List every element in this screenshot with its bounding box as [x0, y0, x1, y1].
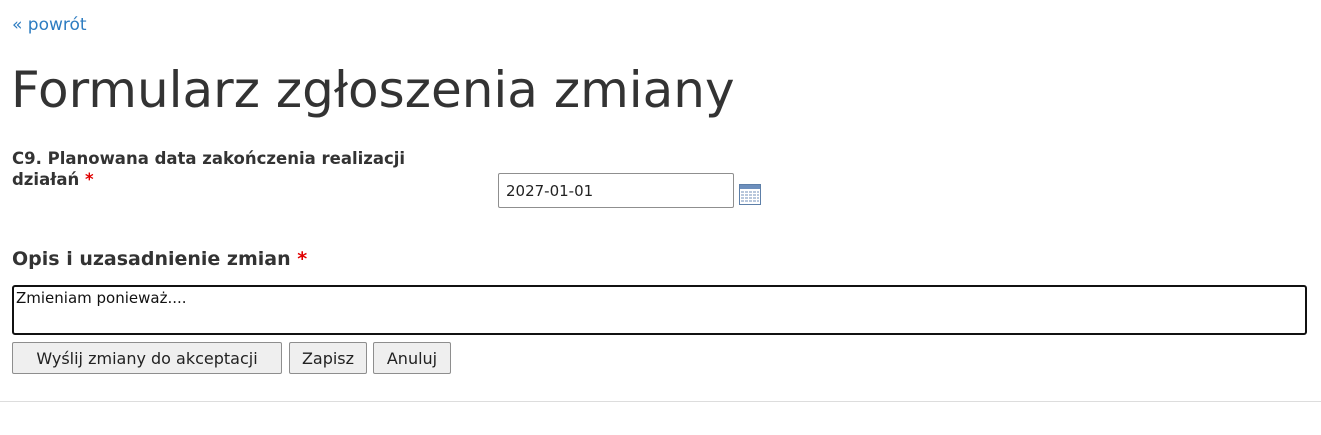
description-label: Opis i uzasadnienie zmian *	[12, 248, 307, 270]
end-date-label-text: C9. Planowana data zakończenia realizacj…	[12, 149, 406, 189]
end-date-input[interactable]	[498, 173, 734, 208]
page-title: Formularz zgłoszenia zmiany	[11, 61, 735, 119]
cancel-button[interactable]: Anuluj	[373, 342, 451, 374]
divider	[0, 401, 1321, 402]
calendar-icon[interactable]	[739, 184, 761, 205]
save-button[interactable]: Zapisz	[289, 342, 367, 374]
send-for-approval-button[interactable]: Wyślij zmiany do akceptacji	[12, 342, 282, 374]
description-textarea[interactable]: Zmieniam ponieważ....	[12, 285, 1307, 335]
required-marker: *	[297, 248, 308, 270]
end-date-label: C9. Planowana data zakończenia realizacj…	[12, 148, 472, 190]
back-link[interactable]: « powrót	[12, 15, 87, 35]
required-marker: *	[84, 170, 94, 189]
description-label-text: Opis i uzasadnienie zmian	[12, 248, 291, 270]
